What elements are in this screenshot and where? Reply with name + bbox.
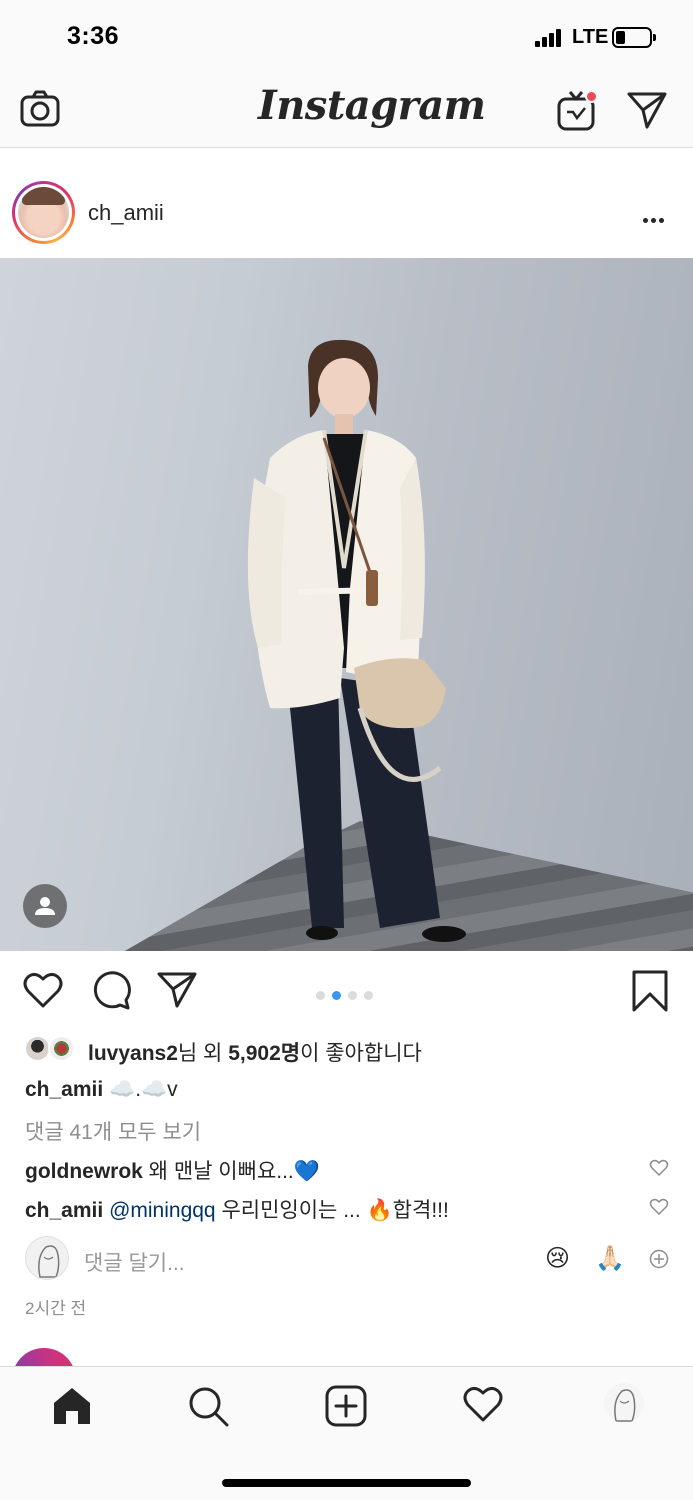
caption-text: ☁️.☁️v [103, 1078, 178, 1101]
current-user-avatar [25, 1236, 69, 1280]
network-type: LTE [572, 26, 609, 48]
view-all-comments-link[interactable]: 댓글 41개 모두 보기 [25, 1116, 201, 1146]
post-actions [0, 951, 693, 1031]
liker-avatar [24, 1035, 51, 1062]
camera-icon[interactable] [19, 88, 61, 130]
new-post-icon[interactable] [325, 1385, 367, 1427]
battery-level [616, 31, 625, 44]
direct-message-icon[interactable] [626, 90, 668, 130]
quick-emoji-pray[interactable]: 🙏🏻 [595, 1244, 625, 1273]
author-avatar[interactable] [12, 181, 75, 244]
more-options-icon[interactable] [643, 210, 667, 228]
app-header: Instagram [0, 72, 693, 148]
post-caption: ch_amii ☁️.☁️v [25, 1078, 178, 1102]
carousel-dot [364, 991, 373, 1000]
comment-text: 왜 맨날 이뻐요...💙 [142, 1160, 320, 1183]
likes-suffix: 이 좋아합니다 [300, 1042, 422, 1065]
carousel-dot-active [332, 991, 341, 1000]
profile-avatar[interactable] [604, 1383, 644, 1423]
photo-person [247, 339, 466, 942]
likes-row[interactable]: luvyans2님 외 5,902명이 좋아합니다 [0, 1031, 693, 1067]
likes-text: luvyans2님 외 5,902명이 좋아합니다 [88, 1037, 422, 1067]
liker-avatar [48, 1035, 75, 1062]
comment-icon[interactable] [90, 971, 132, 1011]
carousel-indicator [316, 987, 380, 1005]
comment-username[interactable]: goldnewrok [25, 1160, 143, 1183]
igtv-notification-badge [585, 90, 598, 103]
post-header: ch_amii [0, 150, 693, 258]
comment-like-icon[interactable] [649, 1159, 669, 1177]
share-icon[interactable] [156, 971, 198, 1009]
signal-strength-icon [535, 29, 567, 47]
post-author-username[interactable]: ch_amii [88, 200, 164, 226]
liker-username[interactable]: luvyans2 [88, 1042, 178, 1065]
activity-heart-icon[interactable] [462, 1385, 504, 1423]
carousel-dot [316, 991, 325, 1000]
tagged-people-button[interactable] [23, 884, 67, 928]
instagram-logo[interactable]: Instagram [258, 82, 486, 129]
like-heart-icon[interactable] [22, 971, 64, 1009]
comment-like-icon[interactable] [649, 1198, 669, 1216]
home-indicator[interactable] [222, 1479, 471, 1487]
status-time: 3:36 [67, 22, 120, 50]
bottom-tab-bar [0, 1366, 693, 1500]
add-emoji-plus-icon[interactable] [649, 1249, 669, 1269]
quick-emoji-crying[interactable]: 😢 [545, 1244, 570, 1273]
comment-item: goldnewrok 왜 맨날 이뻐요...💙 [25, 1155, 320, 1185]
post-photo[interactable] [0, 258, 693, 951]
post-timestamp: 2시간 전 [25, 1299, 87, 1318]
add-comment-input[interactable]: 댓글 달기... [84, 1247, 185, 1277]
likes-count[interactable]: 5,902명 [228, 1042, 300, 1065]
save-bookmark-icon[interactable] [630, 969, 670, 1013]
comment-mention[interactable]: @miningqq [109, 1199, 216, 1222]
carousel-dot [348, 991, 357, 1000]
caption-username[interactable]: ch_amii [25, 1078, 103, 1101]
home-icon[interactable] [51, 1385, 93, 1427]
comment-text: 우리민잉이는 ... 🔥합격!!! [215, 1199, 449, 1222]
status-bar: 3:36 LTE [0, 0, 693, 72]
comment-username[interactable]: ch_amii [25, 1199, 103, 1222]
add-comment-row: 댓글 달기... 😢 🙏🏻 [0, 1232, 693, 1284]
comment-item: ch_amii @miningqq 우리민잉이는 ... 🔥합격!!! [25, 1194, 449, 1224]
battery-icon [612, 27, 656, 48]
likes-connector: 님 외 [177, 1042, 229, 1065]
search-icon[interactable] [187, 1385, 231, 1429]
user-tag-icon [35, 897, 55, 915]
